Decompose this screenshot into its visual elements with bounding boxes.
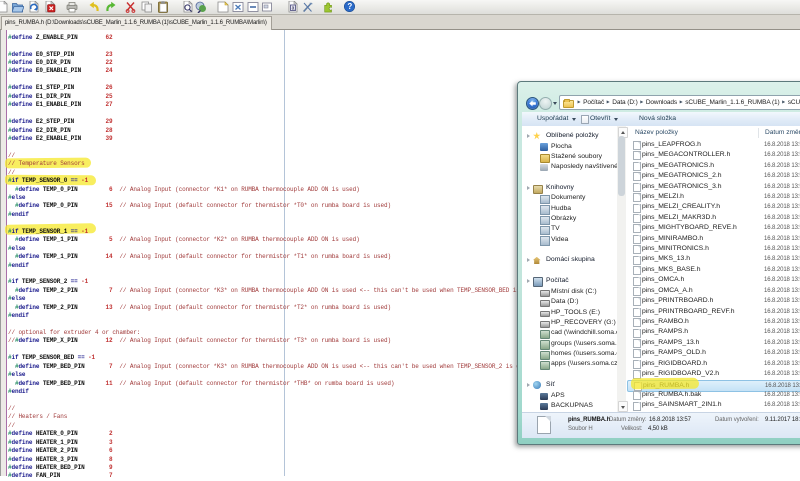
svg-text:a: a [291,6,294,12]
svg-text:?: ? [347,2,352,11]
